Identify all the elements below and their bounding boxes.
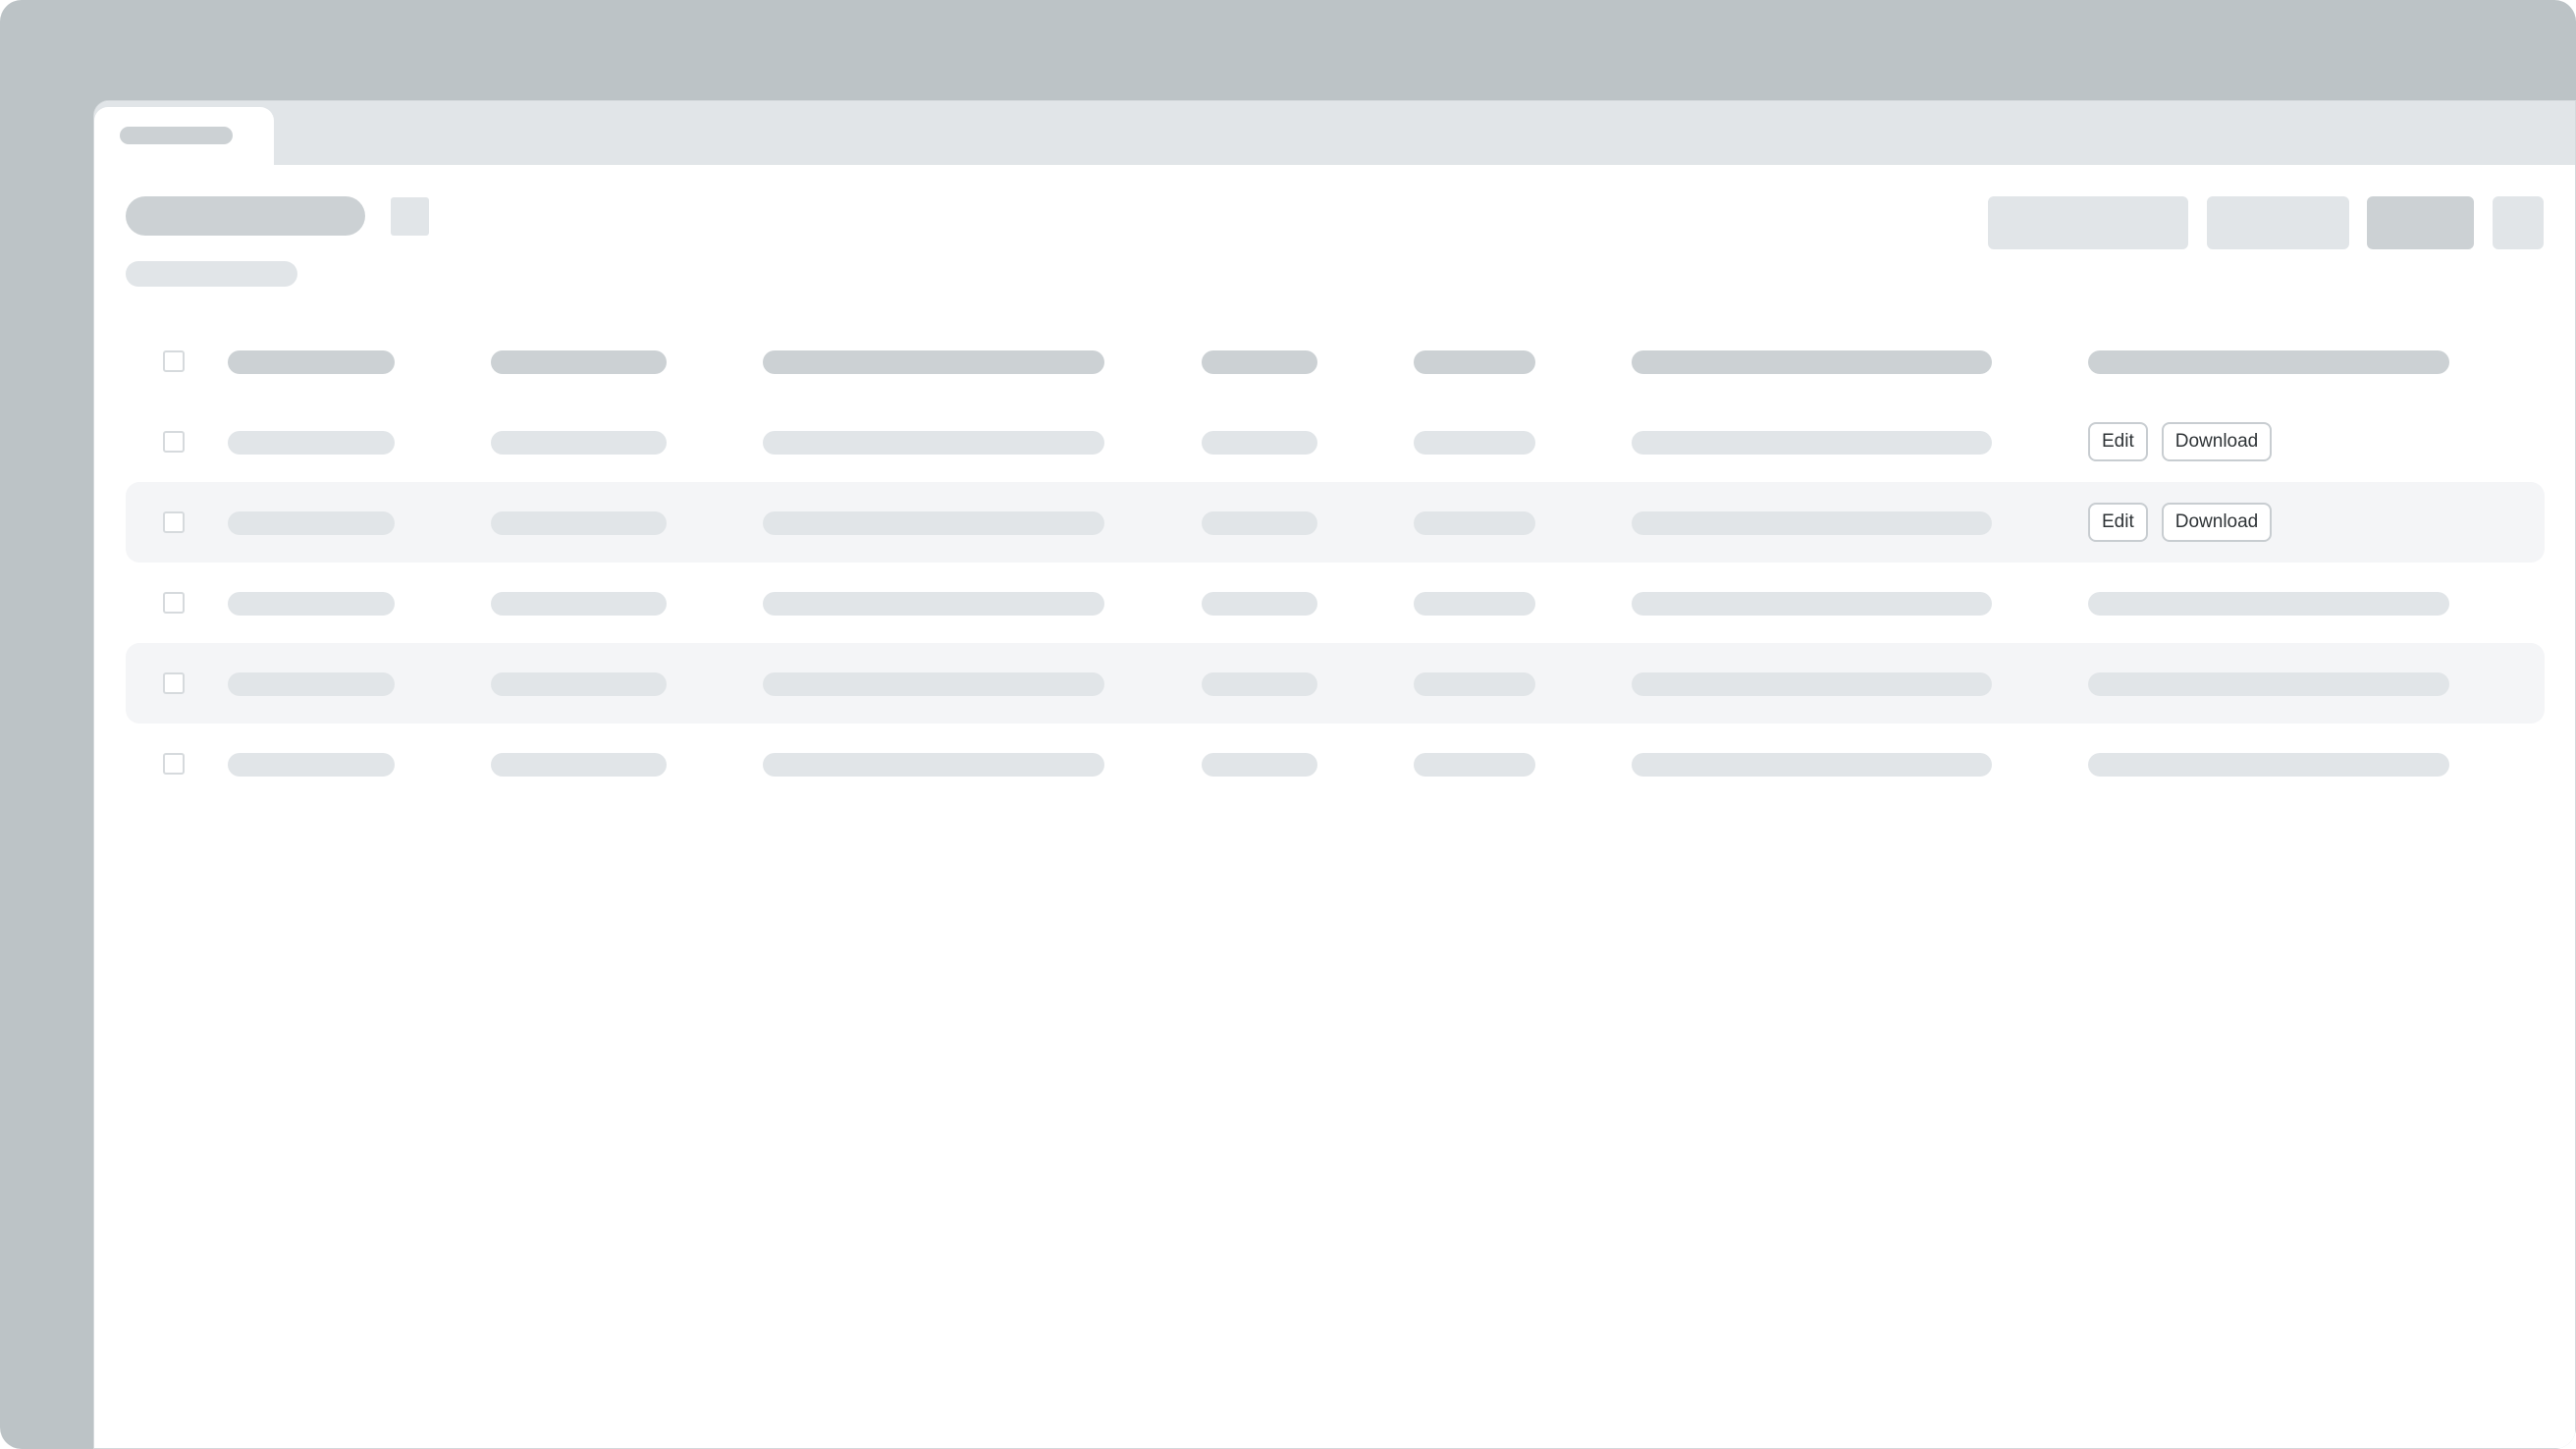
- cell-placeholder: [491, 431, 667, 455]
- select-all-checkbox[interactable]: [163, 350, 185, 372]
- cell-placeholder: [763, 511, 1104, 535]
- row-actions: Edit Download: [2088, 503, 2273, 542]
- column-header-placeholder[interactable]: [1632, 350, 1992, 374]
- table-header-row: [126, 321, 2545, 402]
- cell-placeholder: [1632, 672, 1992, 696]
- cell-placeholder: [1414, 592, 1535, 616]
- tab-title-placeholder: [120, 127, 233, 144]
- cell-placeholder: [1202, 753, 1317, 777]
- column-header-placeholder[interactable]: [763, 350, 1104, 374]
- toolbar-button-primary[interactable]: [2367, 196, 2474, 249]
- row-checkbox[interactable]: [163, 672, 185, 694]
- row-checkbox[interactable]: [163, 592, 185, 614]
- cell-placeholder: [763, 753, 1104, 777]
- title-icon-placeholder[interactable]: [391, 197, 429, 236]
- column-header-placeholder[interactable]: [228, 350, 395, 374]
- cell-placeholder: [1202, 431, 1317, 455]
- column-header-placeholder[interactable]: [1414, 350, 1535, 374]
- row-actions: Edit Download: [2088, 422, 2273, 461]
- row-checkbox[interactable]: [163, 511, 185, 533]
- cell-placeholder: [491, 672, 667, 696]
- page-title-placeholder: [126, 196, 365, 236]
- column-header-placeholder[interactable]: [491, 350, 667, 374]
- cell-placeholder: [763, 592, 1104, 616]
- edit-button[interactable]: Edit: [2088, 503, 2148, 542]
- cell-placeholder: [2088, 592, 2449, 616]
- cell-placeholder: [1202, 511, 1317, 535]
- app-window: Edit Download Edit Download: [93, 100, 2576, 1449]
- cell-placeholder: [1202, 672, 1317, 696]
- cell-placeholder: [228, 511, 395, 535]
- cell-placeholder: [491, 753, 667, 777]
- cell-placeholder: [1632, 511, 1992, 535]
- cell-placeholder: [1414, 672, 1535, 696]
- table-row[interactable]: Edit Download: [126, 482, 2545, 563]
- toolbar-button-2[interactable]: [2207, 196, 2349, 249]
- cell-placeholder: [1414, 753, 1535, 777]
- active-tab[interactable]: [94, 107, 274, 166]
- column-header-placeholder[interactable]: [1202, 350, 1317, 374]
- cell-placeholder: [491, 592, 667, 616]
- table-row[interactable]: Edit Download: [126, 402, 2545, 482]
- row-checkbox[interactable]: [163, 753, 185, 775]
- edit-button[interactable]: Edit: [2088, 422, 2148, 461]
- cell-placeholder: [2088, 753, 2449, 777]
- table-row[interactable]: [126, 724, 2545, 804]
- download-button[interactable]: Download: [2161, 503, 2273, 542]
- toolbar-button-1[interactable]: [1988, 196, 2188, 249]
- cell-placeholder: [763, 431, 1104, 455]
- tab-bar: [94, 101, 2575, 166]
- download-button[interactable]: Download: [2161, 422, 2273, 461]
- cell-placeholder: [1414, 431, 1535, 455]
- cell-placeholder: [1632, 753, 1992, 777]
- cell-placeholder: [228, 753, 395, 777]
- cell-placeholder: [491, 511, 667, 535]
- column-header-placeholder[interactable]: [2088, 350, 2449, 374]
- page-subtitle-placeholder: [126, 261, 297, 287]
- cell-placeholder: [1632, 592, 1992, 616]
- cell-placeholder: [228, 672, 395, 696]
- cell-placeholder: [1632, 431, 1992, 455]
- cell-placeholder: [1414, 511, 1535, 535]
- table-row[interactable]: [126, 563, 2545, 643]
- toolbar-icon-button[interactable]: [2493, 196, 2544, 249]
- cell-placeholder: [228, 592, 395, 616]
- desktop-frame: Edit Download Edit Download: [0, 0, 2576, 1449]
- cell-placeholder: [1202, 592, 1317, 616]
- cell-placeholder: [763, 672, 1104, 696]
- row-checkbox[interactable]: [163, 431, 185, 453]
- cell-placeholder: [2088, 672, 2449, 696]
- table-row[interactable]: [126, 643, 2545, 724]
- cell-placeholder: [228, 431, 395, 455]
